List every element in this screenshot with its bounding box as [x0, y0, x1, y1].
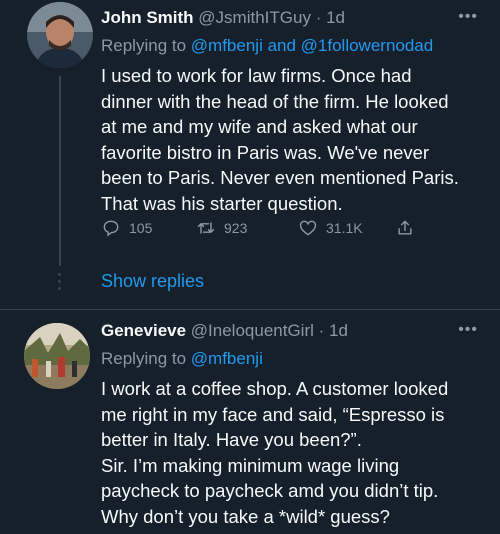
- avatar[interactable]: [24, 323, 90, 389]
- replying-users-link[interactable]: @mfbenji and @1followernodad: [191, 36, 433, 55]
- tweet-text-line: Sir. I’m making minimum wage living: [101, 454, 400, 476]
- retweet-icon: [197, 222, 215, 234]
- tweet-text-line: at me and my wife and asked what our: [101, 116, 418, 137]
- thread-line: [59, 76, 61, 266]
- display-name[interactable]: John Smith: [101, 8, 194, 27]
- timestamp[interactable]: · 1d: [316, 8, 345, 27]
- reply-count: 105: [129, 220, 153, 236]
- more-icon[interactable]: •••: [458, 321, 478, 339]
- show-replies-link[interactable]: Show replies: [101, 271, 204, 292]
- replying-to: Replying to @mfbenji: [101, 349, 263, 369]
- tweet-header: Genevieve @IneloquentGirl · 1d: [101, 321, 348, 341]
- reply-icon: [103, 220, 119, 237]
- user-handle[interactable]: @JsmithITGuy: [198, 8, 311, 27]
- tweet-text: I used to work for law firms. Once had d…: [101, 63, 496, 216]
- more-icon[interactable]: •••: [458, 8, 478, 26]
- tweet-genevieve[interactable]: Genevieve @IneloquentGirl · 1d ••• Reply…: [0, 310, 500, 534]
- tweet-header: John Smith @JsmithITGuy · 1d: [101, 8, 345, 28]
- replying-users-link[interactable]: @mfbenji: [191, 349, 263, 368]
- tweet-text-line: me right in my face and said, “Espresso …: [101, 403, 445, 425]
- tweet-text-line: better in Italy. Have you been?”.: [101, 429, 362, 450]
- tweet-text-line: I used to work for law firms. Once had: [101, 65, 412, 86]
- share-button[interactable]: [395, 218, 415, 238]
- share-icon: [398, 220, 412, 235]
- tweet-text-line: Why don’t you take a *wild* guess?: [101, 505, 390, 527]
- avatar[interactable]: [27, 2, 93, 68]
- timestamp[interactable]: · 1d: [319, 321, 348, 340]
- tweet-text-line: paycheck to paycheck amd you didn’t tip.: [101, 480, 439, 501]
- thread-dots: [57, 273, 63, 293]
- replying-to: Replying to @mfbenji and @1followernodad: [101, 36, 433, 56]
- like-count: 31.1K: [326, 220, 363, 236]
- tweet-text-line: That was his starter question.: [101, 192, 343, 214]
- tweet-text-line: I work at a coffee shop. A customer look…: [101, 378, 449, 399]
- tweet-text: I work at a coffee shop. A customer look…: [101, 376, 496, 529]
- replying-prefix: Replying to: [101, 36, 191, 55]
- retweet-count: 923: [224, 220, 248, 236]
- retweet-button[interactable]: 923: [196, 218, 247, 238]
- tweet-text-line: favorite bistro in Paris was. We've neve…: [101, 141, 430, 163]
- tweet-text-line: been to Paris. Never even mentioned Pari…: [101, 167, 459, 188]
- display-name[interactable]: Genevieve: [101, 321, 186, 340]
- user-handle[interactable]: @IneloquentGirl: [191, 321, 314, 340]
- reply-button[interactable]: 105: [101, 218, 152, 238]
- tweet-john-smith[interactable]: John Smith @JsmithITGuy · 1d ••• Replyin…: [0, 0, 500, 309]
- like-icon: [299, 220, 317, 236]
- tweet-text-line: dinner with the head of the firm. He loo…: [101, 90, 449, 112]
- replying-prefix: Replying to: [101, 349, 191, 368]
- like-button[interactable]: 31.1K: [298, 218, 363, 238]
